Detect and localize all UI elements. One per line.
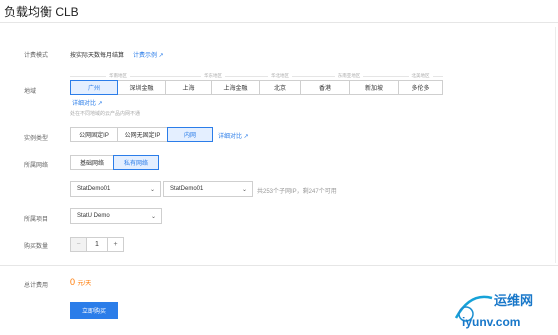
project-select[interactable]: StatU Demo ⌄ bbox=[70, 208, 162, 224]
external-link-icon: ↗ bbox=[96, 101, 103, 107]
external-link-icon: ↗ bbox=[157, 53, 164, 59]
region-option-hongkong[interactable]: 香港 bbox=[300, 80, 350, 95]
billing-example-link[interactable]: 计费示例 ↗ bbox=[133, 50, 164, 59]
watermark-url-text: iyunv.com bbox=[462, 315, 521, 329]
region-hint: 处在不同地域的云产品内网不通 bbox=[70, 111, 141, 117]
total-label: 总计费用 bbox=[24, 283, 49, 289]
region-option-toronto[interactable]: 多伦多 bbox=[398, 80, 443, 95]
region-group-southeast-asia: 东南亚地区 bbox=[300, 73, 398, 80]
instance-type-public-fixed-ip[interactable]: 公网固定IP bbox=[70, 127, 118, 142]
region-group-north: 华北地区 bbox=[260, 73, 300, 80]
network-option-vpc[interactable]: 私有网络 bbox=[113, 155, 159, 170]
region-option-beijing[interactable]: 北京 bbox=[259, 80, 301, 95]
quantity-plus-button[interactable]: + bbox=[107, 238, 123, 251]
instance-type-compare-link[interactable]: 详细对比 ↗ bbox=[218, 131, 249, 140]
region-compare-link[interactable]: 详细对比 ↗ bbox=[72, 98, 103, 107]
region-option-guangzhou[interactable]: 广州 bbox=[70, 80, 118, 95]
page-title: 负载均衡 CLB bbox=[4, 5, 79, 19]
buy-now-button[interactable]: 立即购买 bbox=[70, 302, 118, 319]
region-group-east: 华东地区 bbox=[166, 73, 260, 80]
watermark-cn-text: 运维网 bbox=[494, 293, 534, 308]
instance-type-private[interactable]: 内网 bbox=[167, 127, 213, 142]
vpc-select[interactable]: StatDemo01 ⌄ bbox=[70, 181, 161, 197]
subnet-select[interactable]: StatDemo01 ⌄ bbox=[163, 181, 253, 197]
quantity-value[interactable]: 1 bbox=[87, 238, 107, 251]
quantity-minus-button[interactable]: − bbox=[71, 238, 87, 251]
region-option-shenzhen-finance[interactable]: 深圳金融 bbox=[117, 80, 166, 95]
watermark-logo: 运维网 iyunv.com bbox=[452, 288, 556, 332]
chevron-down-icon: ⌄ bbox=[150, 214, 156, 220]
quantity-stepper: − 1 + bbox=[70, 237, 124, 252]
total-price: 0 元/天 bbox=[70, 277, 92, 287]
chevron-down-icon: ⌄ bbox=[241, 187, 247, 193]
billing-value: 按实际天数每月结算 bbox=[70, 53, 125, 59]
network-label: 所属网络 bbox=[24, 163, 49, 169]
footer-divider bbox=[0, 265, 558, 266]
title-divider bbox=[0, 22, 558, 23]
region-option-shanghai[interactable]: 上海 bbox=[165, 80, 212, 95]
chevron-down-icon: ⌄ bbox=[149, 187, 155, 193]
external-link-icon: ↗ bbox=[242, 134, 249, 140]
subnet-ip-info: 共253个子网IP，剩247个可用 bbox=[257, 189, 337, 195]
network-option-basic[interactable]: 基础网络 bbox=[70, 155, 114, 170]
quantity-label: 购买数量 bbox=[24, 244, 49, 250]
purchase-form bbox=[0, 27, 556, 263]
instance-type-public-no-fixed-ip[interactable]: 公网无固定IP bbox=[117, 127, 168, 142]
region-option-singapore[interactable]: 新加坡 bbox=[349, 80, 399, 95]
region-label: 地域 bbox=[24, 89, 37, 95]
region-group-north-america: 北美地区 bbox=[398, 73, 443, 80]
region-option-shanghai-finance[interactable]: 上海金融 bbox=[211, 80, 260, 95]
project-label: 所属项目 bbox=[24, 217, 49, 223]
instance-type-label: 实例类型 bbox=[24, 136, 49, 142]
billing-label: 计费模式 bbox=[24, 53, 49, 59]
region-group-south: 华南地区 bbox=[70, 73, 166, 80]
